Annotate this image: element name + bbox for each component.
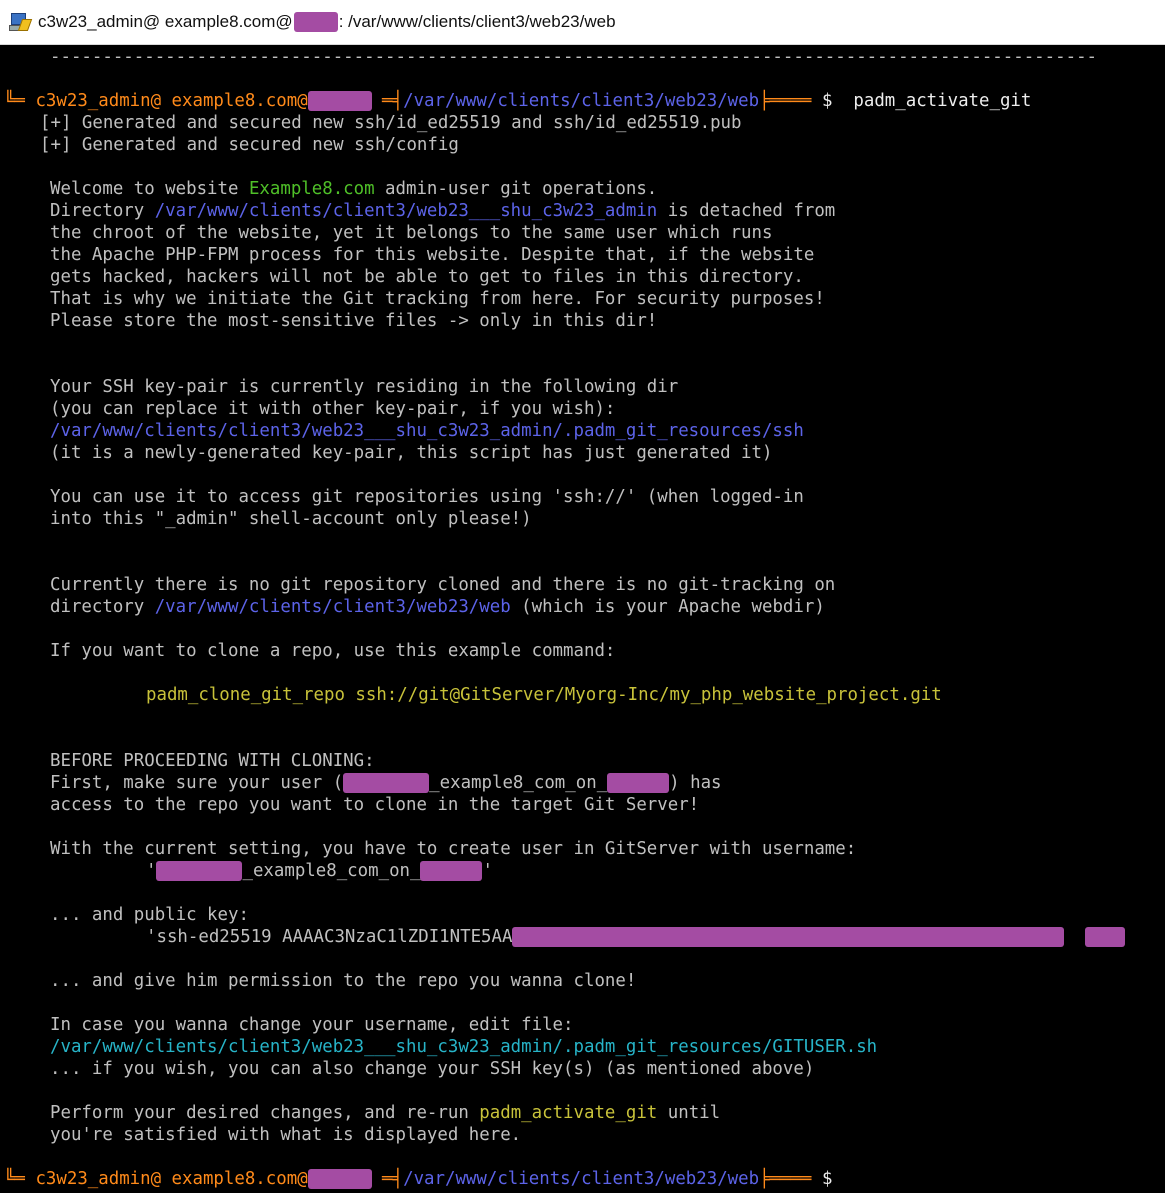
putty-terminal-icon[interactable] bbox=[8, 11, 33, 33]
text-line: ... and public key: bbox=[50, 905, 249, 925]
text-line: You can use it to access git repositorie… bbox=[50, 487, 804, 507]
prompt-sep-right: ╞════ bbox=[759, 91, 812, 111]
redacted-key bbox=[512, 927, 1065, 947]
prompt-sep-left: ═╡ bbox=[382, 91, 404, 111]
command-text: padm_activate_git bbox=[853, 91, 1032, 111]
gituser-file-path: /var/www/clients/client3/web23___shu_c3w… bbox=[50, 1037, 878, 1057]
text-line: you're satisfied with what is displayed … bbox=[50, 1125, 522, 1145]
window-titlebar[interactable]: c3w23_admin@ example8.com@ : /var/www/cl… bbox=[0, 0, 1165, 45]
redacted-host bbox=[307, 91, 372, 111]
window-title-suffix: : /var/www/clients/client3/web23/web bbox=[338, 12, 616, 31]
site-name: Example8.com bbox=[248, 179, 375, 199]
prompt-dollar: $ bbox=[821, 91, 833, 111]
text-line: the Apache PHP-FPM process for this webs… bbox=[50, 245, 815, 265]
redacted-user bbox=[343, 773, 430, 793]
redacted-host bbox=[607, 773, 670, 793]
text-line: Your SSH key-pair is currently residing … bbox=[50, 377, 679, 397]
redacted-key bbox=[1085, 927, 1126, 947]
prompt-line: ╚═ c3w23_admin@ example8.com@ ═╡/var/www… bbox=[4, 90, 1031, 112]
prompt-path: /var/www/clients/client3/web23/web bbox=[403, 1169, 760, 1189]
prompt-line: ╚═ c3w23_admin@ example8.com@ ═╡/var/www… bbox=[4, 1169, 833, 1189]
text-line: gets hacked, hackers will not be able to… bbox=[50, 267, 804, 287]
terminal-output[interactable]: ----------------------------------------… bbox=[0, 45, 1165, 1193]
text-line: Currently there is no git repository clo… bbox=[50, 575, 836, 595]
first-line: First, make sure your user (_example8_co… bbox=[50, 773, 722, 793]
prompt-user: c3w23_admin@ example8.com@ bbox=[35, 1169, 308, 1189]
prompt-user: c3w23_admin@ example8.com@ bbox=[35, 91, 308, 111]
separator-line: ----------------------------------------… bbox=[50, 47, 1098, 67]
gen-line-2: [+] Generated and secured new ssh/config bbox=[40, 135, 459, 155]
rerun-command: padm_activate_git bbox=[479, 1103, 658, 1123]
gen-line-1: [+] Generated and secured new ssh/id_ed2… bbox=[40, 113, 742, 133]
username-line: ' _example8_com_on_ ' bbox=[146, 861, 493, 881]
prompt-path: /var/www/clients/client3/web23/web bbox=[403, 91, 760, 111]
text-line: into this "_admin" shell-account only pl… bbox=[50, 509, 532, 529]
redacted-host bbox=[420, 861, 483, 881]
prompt-corner: ╚═ bbox=[4, 91, 25, 111]
text-line: That is why we initiate the Git tracking… bbox=[50, 289, 825, 309]
webdir-line: directory /var/www/clients/client3/web23… bbox=[50, 597, 825, 617]
text-line: (you can replace it with other key-pair,… bbox=[50, 399, 616, 419]
text-line: (it is a newly-generated key-pair, this … bbox=[50, 443, 773, 463]
text-line: If you want to clone a repo, use this ex… bbox=[50, 641, 616, 661]
redacted-host bbox=[307, 1169, 372, 1189]
text-line: With the current setting, you have to cr… bbox=[50, 839, 857, 859]
text-line: ... and give him permission to the repo … bbox=[50, 971, 637, 991]
admin-dir-path: /var/www/clients/client3/web23___shu_c3w… bbox=[154, 201, 658, 221]
text-line: access to the repo you want to clone in … bbox=[50, 795, 700, 815]
welcome-line: Welcome to website Example8.com admin-us… bbox=[50, 179, 658, 199]
text-line: ... if you wish, you can also change you… bbox=[50, 1059, 815, 1079]
perform-line: Perform your desired changes, and re-run… bbox=[50, 1103, 721, 1123]
ssh-dir-path: /var/www/clients/client3/web23___shu_c3w… bbox=[50, 421, 804, 441]
text-line: Please store the most-sensitive files ->… bbox=[50, 311, 658, 331]
text-line: In case you wanna change your username, … bbox=[50, 1015, 574, 1035]
redacted-host bbox=[293, 12, 338, 32]
text-line: BEFORE PROCEEDING WITH CLONING: bbox=[50, 751, 375, 771]
webdir-path: /var/www/clients/client3/web23/web bbox=[154, 597, 511, 617]
text-line: the chroot of the website, yet it belong… bbox=[50, 223, 773, 243]
window-title-prefix: c3w23_admin@ example8.com@ bbox=[38, 12, 293, 31]
pubkey-line: 'ssh-ed25519 AAAAC3NzaC1lZDI1NTE5AA bbox=[146, 926, 1126, 948]
prompt-dollar: $ bbox=[821, 1169, 833, 1189]
directory-line: Directory /var/www/clients/client3/web23… bbox=[50, 201, 836, 221]
redacted-user bbox=[156, 861, 243, 881]
clone-command: padm_clone_git_repo ssh://git@GitServer/… bbox=[146, 685, 942, 705]
